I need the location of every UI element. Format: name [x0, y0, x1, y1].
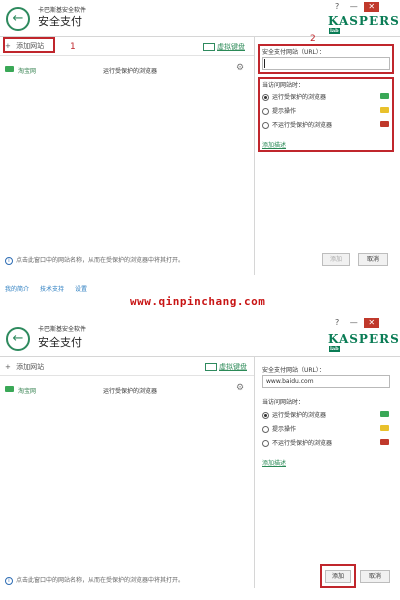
- footer-hint: i 点击此窗口中的网站名称，从而在受保护的浏览器中将其打开。: [5, 255, 184, 265]
- add-site-label: 添加网站: [16, 363, 45, 371]
- site-action: 运行受保护的浏览器: [103, 388, 158, 395]
- bottom-link-settings[interactable]: 设置: [75, 284, 87, 293]
- cancel-button[interactable]: 取消: [360, 570, 390, 583]
- logo-badge: lab: [329, 28, 340, 34]
- gear-icon[interactable]: ⚙: [236, 383, 244, 393]
- virtual-keyboard-link[interactable]: 虚拟键盘: [203, 42, 245, 52]
- close-icon[interactable]: ✕: [364, 2, 380, 12]
- option-protected-browser[interactable]: 运行受保护的浏览器: [262, 410, 326, 419]
- virtual-keyboard-link[interactable]: 虚拟键盘: [205, 362, 247, 372]
- footer-hint: i 点击此窗口中的网站名称，从而在受保护的浏览器中将其打开。: [5, 575, 184, 585]
- site-name[interactable]: 淘宝网: [18, 66, 36, 75]
- logo-text: KASPERSKY: [328, 332, 400, 346]
- close-icon[interactable]: ✕: [364, 318, 380, 328]
- footer-hint-text: 点击此窗口中的网站名称，从而在受保护的浏览器中将其打开。: [16, 577, 185, 584]
- info-icon: i: [5, 576, 13, 585]
- red-shield-icon: [380, 439, 389, 445]
- keyboard-icon: [205, 363, 217, 371]
- yellow-shield-icon: [380, 425, 389, 431]
- separator-band: 我的简介 技术支持 设置 www.qinpinchang.com: [0, 275, 400, 318]
- panel-divider: [254, 356, 255, 588]
- site-card-icon: [5, 386, 14, 392]
- site-card-icon: [5, 66, 14, 72]
- add-description-link[interactable]: 添加描述: [262, 458, 286, 467]
- help-icon[interactable]: ?: [335, 2, 339, 11]
- toolbar-divider: [0, 55, 254, 56]
- watermark: www.qinpinchang.com: [130, 295, 266, 308]
- url-input[interactable]: www.baidu.com: [262, 375, 390, 388]
- window-controls: ? — ✕: [335, 318, 380, 328]
- info-icon: i: [5, 256, 13, 265]
- annotation-box-2-url: [258, 44, 394, 74]
- footer-hint-text: 点击此窗口中的网站名称，从而在受保护的浏览器中将其打开。: [16, 257, 185, 264]
- help-icon[interactable]: ?: [335, 318, 339, 327]
- list-item[interactable]: 淘宝网 运行受保护的浏览器 ⚙: [0, 62, 254, 76]
- back-arrow-icon[interactable]: ←: [6, 7, 30, 31]
- radio-icon[interactable]: [262, 440, 269, 447]
- bottom-link-profile[interactable]: 我的简介: [5, 284, 29, 293]
- annotation-box-2-options: [258, 77, 394, 152]
- minimize-icon[interactable]: —: [350, 318, 358, 327]
- kaspersky-logo: KASPERSKYlab: [328, 14, 400, 42]
- keyboard-icon: [203, 43, 215, 51]
- annotation-box-3-add: [320, 564, 356, 588]
- annotation-box-1: [3, 37, 55, 53]
- annotation-number-2: 2: [310, 34, 316, 44]
- radio-icon[interactable]: [262, 426, 269, 433]
- window-controls: ? — ✕: [335, 2, 380, 12]
- virtual-keyboard-label: 虚拟键盘: [217, 43, 245, 51]
- cancel-button[interactable]: 取消: [358, 253, 388, 266]
- option-label: 提示操作: [272, 426, 297, 433]
- virtual-keyboard-label: 虚拟键盘: [219, 363, 247, 371]
- back-arrow-icon[interactable]: ←: [6, 327, 30, 351]
- annotation-number-1: 1: [70, 42, 76, 52]
- header-divider: [0, 36, 400, 37]
- list-item[interactable]: 淘宝网 运行受保护的浏览器 ⚙: [0, 382, 254, 396]
- site-name[interactable]: 淘宝网: [18, 386, 36, 395]
- radio-selected-icon[interactable]: [262, 412, 269, 419]
- option-prompt[interactable]: 提示操作: [262, 424, 296, 433]
- panel-divider: [254, 36, 255, 275]
- page-title: 安全支付: [38, 15, 82, 28]
- add-button[interactable]: 添加: [322, 253, 350, 266]
- screenshot-panel-1: ← 卡巴斯基安全软件 安全支付 ? — ✕ KASPERSKYlab + 添加网…: [0, 0, 400, 275]
- add-site-button[interactable]: + 添加网站: [5, 362, 44, 372]
- toolbar-divider: [0, 375, 254, 376]
- minimize-icon[interactable]: —: [350, 2, 358, 11]
- site-action: 运行受保护的浏览器: [103, 68, 158, 75]
- logo-badge: lab: [329, 346, 340, 352]
- app-subtitle: 卡巴斯基安全软件: [38, 326, 87, 333]
- option-label: 运行受保护的浏览器: [272, 412, 327, 419]
- gear-icon[interactable]: ⚙: [236, 63, 244, 73]
- plus-icon: +: [5, 363, 11, 371]
- when-label: 当访问网站时：: [262, 399, 305, 406]
- logo-text: KASPERSKY: [328, 14, 400, 28]
- option-label: 不运行受保护的浏览器: [272, 440, 333, 447]
- bottom-link-support[interactable]: 技术支持: [40, 284, 64, 293]
- header-divider: [0, 356, 400, 357]
- green-shield-icon: [380, 411, 389, 417]
- screenshot-panel-2: ← 卡巴斯基安全软件 安全支付 ? — ✕ KASPERSKYlab + 添加网…: [0, 318, 400, 588]
- url-label: 安全支付网站（URL）：: [262, 367, 325, 374]
- page-title: 安全支付: [38, 336, 82, 349]
- option-no-browser[interactable]: 不运行受保护的浏览器: [262, 438, 332, 447]
